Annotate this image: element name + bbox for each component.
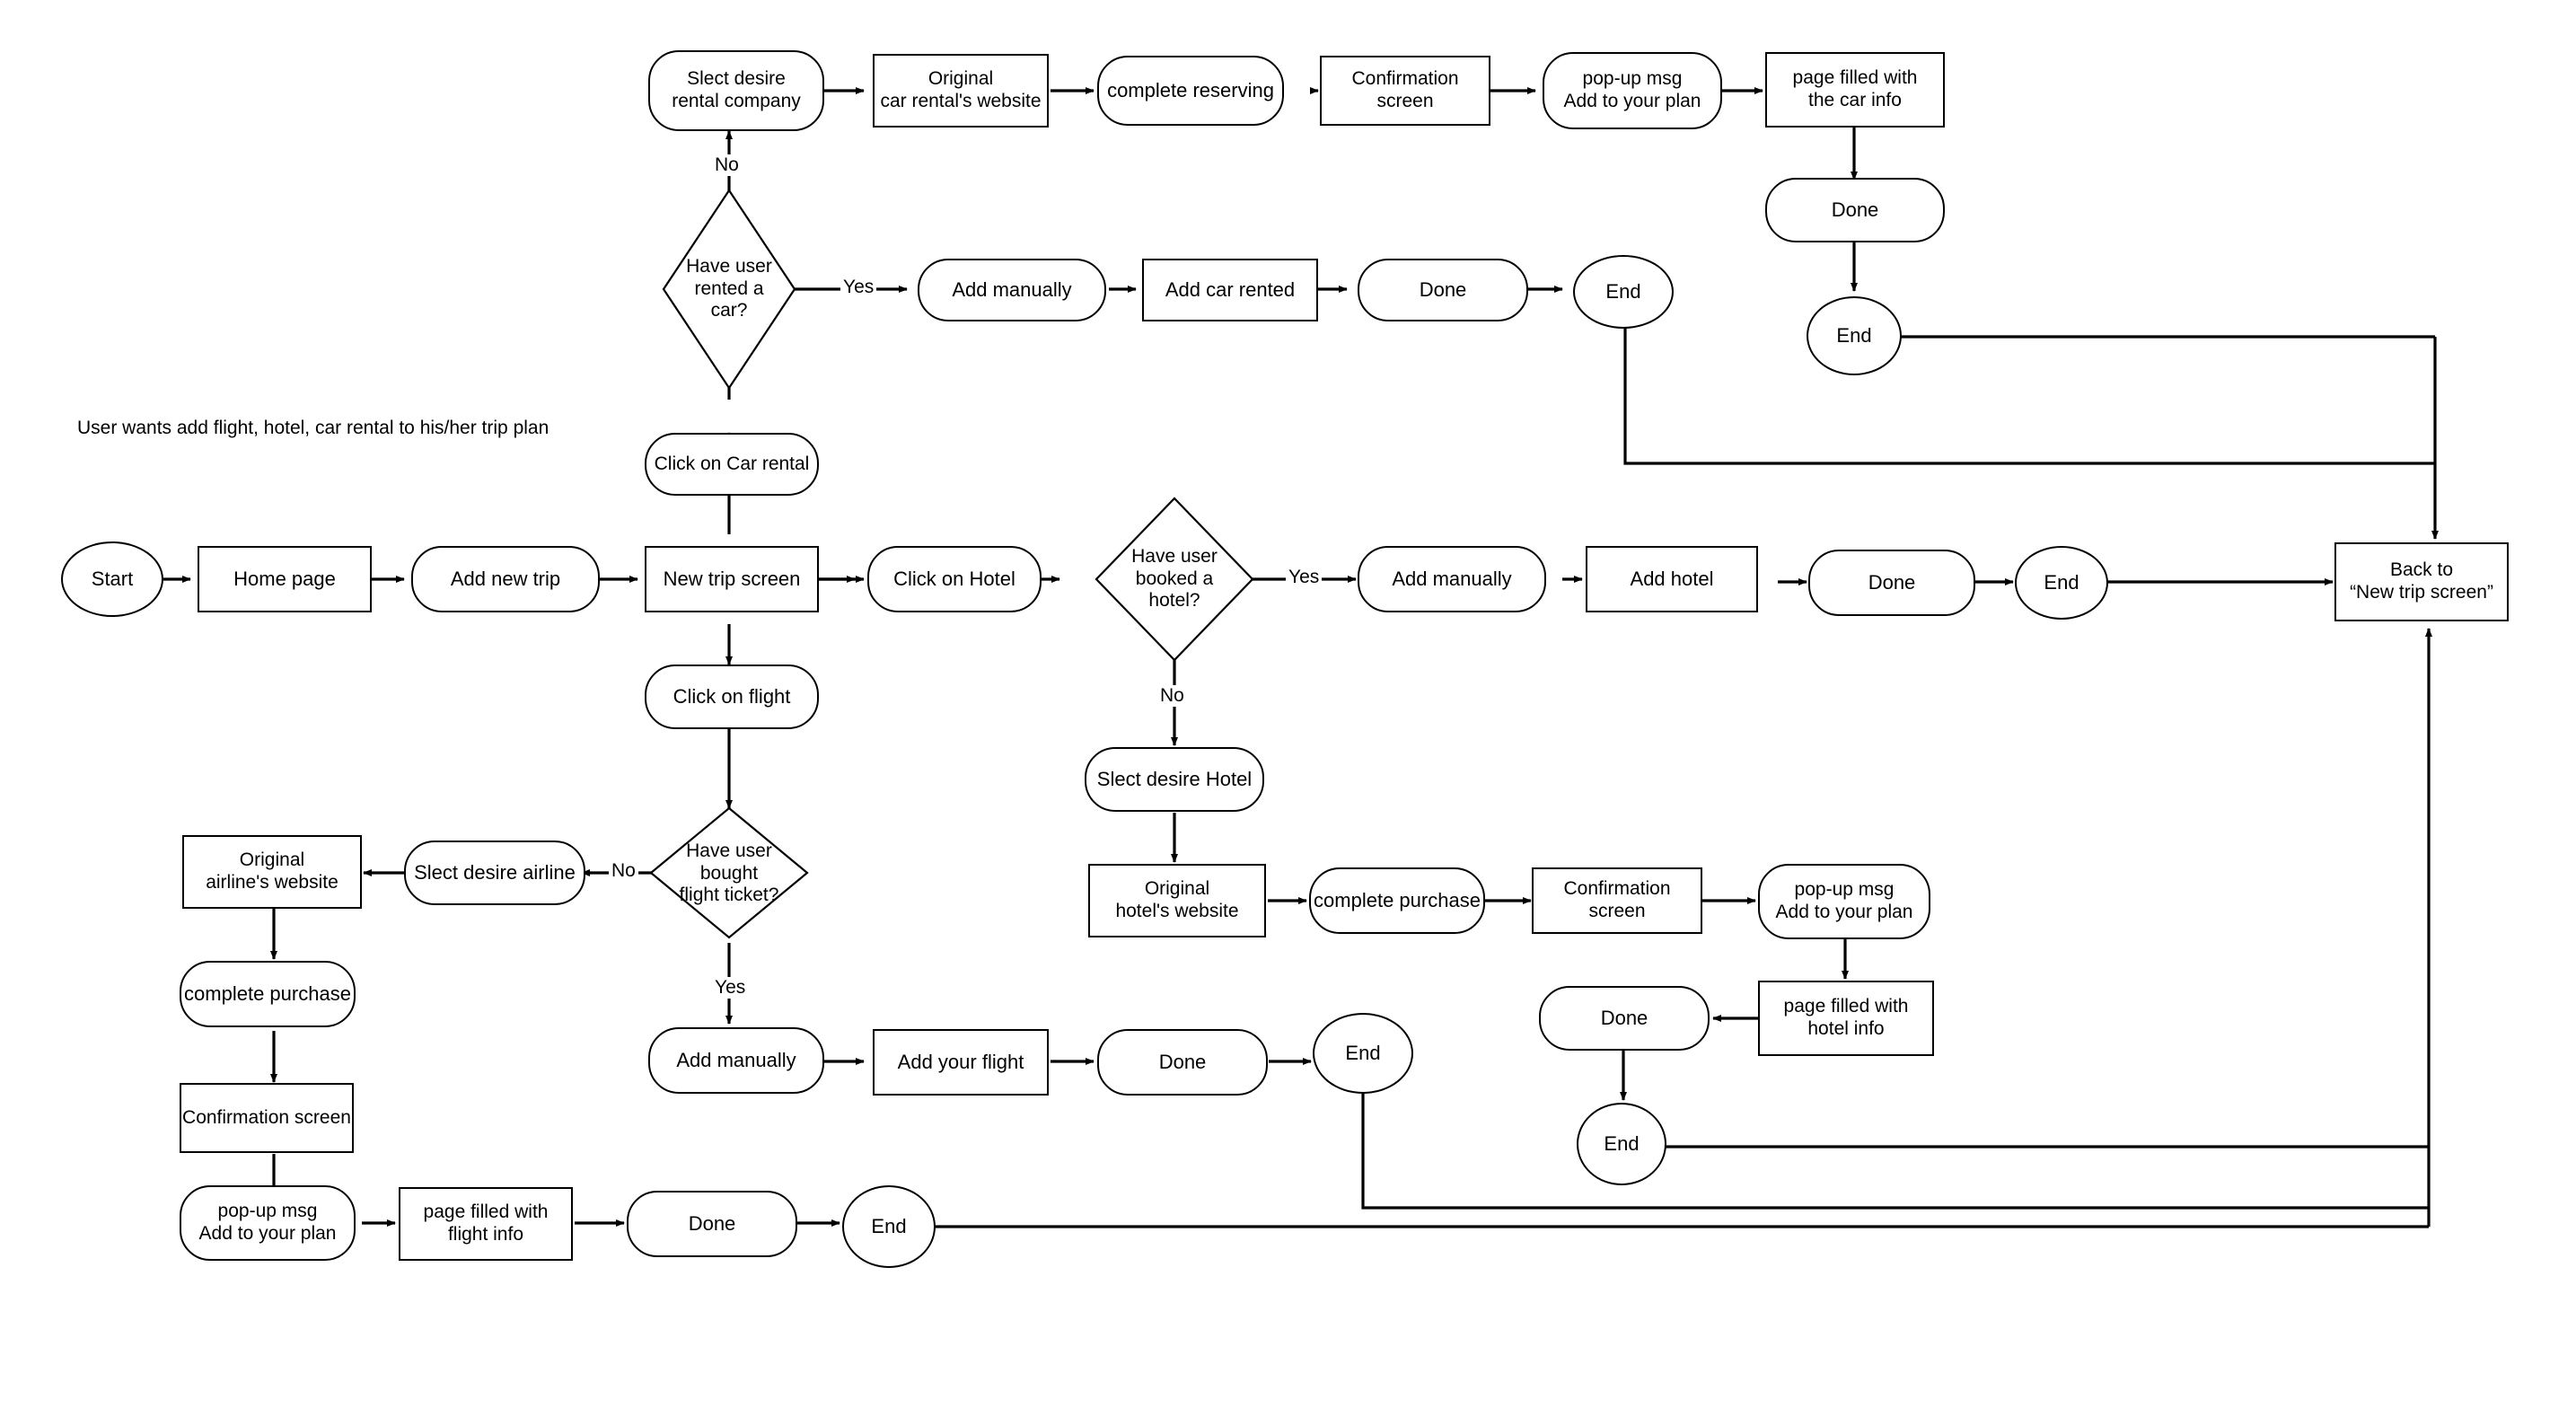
node-add-car-rented[interactable]: Add car rented [1142,259,1318,321]
node-click-hotel[interactable]: Click on Hotel [867,546,1042,612]
node-add-your-flight[interactable]: Add your flight [873,1029,1049,1096]
node-car-add-manually[interactable]: Add manually [918,259,1106,321]
node-flight-confirmation[interactable]: Confirmation screen [180,1083,354,1153]
node-car-rental-website[interactable]: Original car rental's website [873,54,1049,128]
node-car-done-auto[interactable]: Done [1765,178,1945,242]
node-hotel-done-manual[interactable]: Done [1808,550,1975,616]
node-hotel-end-auto[interactable]: End [1577,1103,1666,1185]
node-hotel-website[interactable]: Original hotel's website [1088,864,1266,937]
diagram-note: User wants add flight, hotel, car rental… [77,418,549,438]
node-flight-popup[interactable]: pop-up msg Add to your plan [180,1185,356,1261]
node-flight-add-manually[interactable]: Add manually [648,1027,824,1094]
node-select-airline[interactable]: Slect desire airline [404,841,585,905]
edge-label-hotel-yes: Yes [1286,567,1323,588]
flowchart-canvas: User wants add flight, hotel, car rental… [0,0,2576,1417]
node-car-end-auto[interactable]: End [1807,296,1902,375]
node-flight-complete-purchase[interactable]: complete purchase [180,961,356,1027]
question-flight-label: Have user bought flight ticket? [679,840,779,906]
node-car-confirmation[interactable]: Confirmation screen [1320,56,1490,126]
node-airline-website[interactable]: Original airline's website [182,835,362,909]
node-click-flight[interactable]: Click on flight [645,664,819,729]
question-car-label: Have user rented a car? [686,255,772,321]
node-start[interactable]: Start [61,541,163,617]
node-flight-page-filled[interactable]: page filled with flight info [399,1187,573,1261]
node-flight-end-manual[interactable]: End [1313,1013,1413,1094]
node-question-flight-ticket[interactable]: Have user bought flight ticket? [651,808,807,939]
node-hotel-done-auto[interactable]: Done [1539,986,1710,1051]
node-hotel-confirmation[interactable]: Confirmation screen [1532,867,1702,934]
node-back-to-new-trip-screen[interactable]: Back to “New trip screen” [2334,542,2509,621]
node-home-page[interactable]: Home page [198,546,372,612]
node-hotel-add-manually[interactable]: Add manually [1358,546,1546,612]
edge-label-flight-no: No [609,860,638,882]
node-hotel-complete-purchase[interactable]: complete purchase [1309,867,1485,934]
node-select-hotel[interactable]: Slect desire Hotel [1085,747,1264,812]
node-hotel-end-manual[interactable]: End [2015,546,2108,620]
node-click-car-rental[interactable]: Click on Car rental [645,433,819,496]
edge-label-car-no: No [712,154,742,176]
node-flight-done-auto[interactable]: Done [627,1191,797,1257]
edge-label-hotel-no: No [1157,685,1187,707]
node-question-hotel-booked[interactable]: Have user booked a hotel? [1096,498,1253,660]
node-question-car-rented[interactable]: Have user rented a car? [664,190,795,388]
node-hotel-page-filled[interactable]: page filled with hotel info [1758,981,1934,1056]
node-hotel-popup[interactable]: pop-up msg Add to your plan [1758,864,1930,939]
node-car-page-filled[interactable]: page filled with the car info [1765,52,1945,128]
node-new-trip-screen[interactable]: New trip screen [645,546,819,612]
node-car-done-manual[interactable]: Done [1358,259,1528,321]
node-add-new-trip[interactable]: Add new trip [411,546,600,612]
edge-label-flight-yes: Yes [712,977,749,999]
node-car-end-manual[interactable]: End [1573,255,1674,329]
node-flight-end-auto[interactable]: End [842,1185,936,1268]
edge-layer [163,87,2439,1228]
node-flight-done-manual[interactable]: Done [1097,1029,1268,1096]
node-select-rental-company[interactable]: Slect desire rental company [648,50,824,131]
node-car-popup[interactable]: pop-up msg Add to your plan [1543,52,1722,129]
node-add-hotel[interactable]: Add hotel [1586,546,1758,612]
node-complete-reserving[interactable]: complete reserving [1097,56,1284,126]
edge-label-car-yes: Yes [840,277,877,298]
question-hotel-label: Have user booked a hotel? [1131,545,1218,612]
